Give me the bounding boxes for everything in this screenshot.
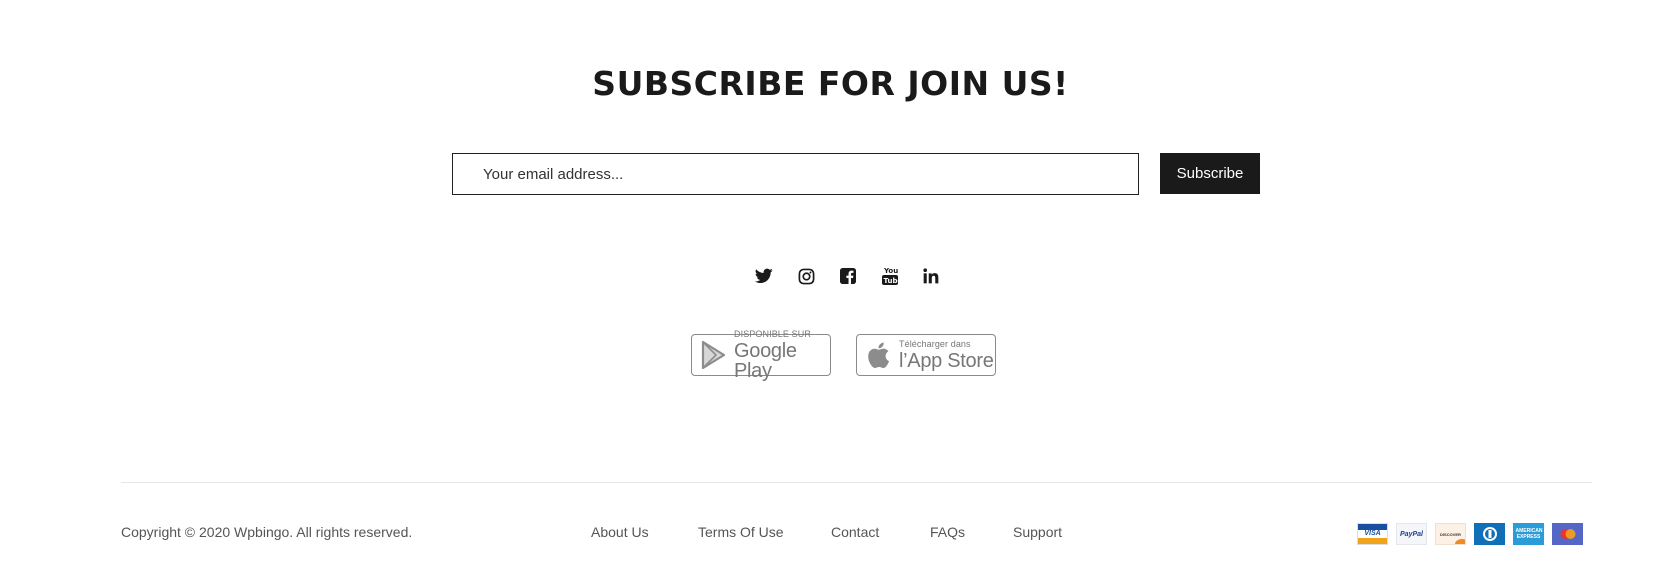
instagram-icon[interactable] — [794, 265, 818, 287]
visa-card-icon: VISA — [1357, 523, 1388, 545]
svg-text:You: You — [883, 267, 898, 275]
linkedin-icon[interactable] — [919, 265, 943, 287]
youtube-icon[interactable]: You Tube — [878, 265, 902, 287]
amex-card-label: AMERICAN EXPRESS — [1515, 528, 1543, 540]
paypal-card-label: PayPal — [1400, 530, 1423, 538]
google-play-icon — [701, 340, 726, 370]
paypal-card-icon: PayPal — [1396, 523, 1427, 545]
apple-badge-big-text: l’App Store — [899, 349, 994, 372]
footer-divider — [121, 482, 1592, 483]
google-badge-big-text: Google Play — [734, 339, 797, 382]
app-store-badge[interactable]: Télécharger dans l’App Store — [856, 334, 996, 376]
diners-club-card-icon — [1474, 523, 1505, 545]
footer-link-terms-of-use[interactable]: Terms Of Use — [698, 524, 784, 540]
discover-card-icon: DISCOVER — [1435, 523, 1466, 545]
footer-link-contact[interactable]: Contact — [831, 524, 879, 540]
footer-link-about-us[interactable]: About Us — [591, 524, 649, 540]
twitter-icon[interactable] — [752, 265, 776, 287]
footer-link-support[interactable]: Support — [1013, 524, 1062, 540]
amex-card-icon: AMERICAN EXPRESS — [1513, 523, 1544, 545]
copyright-text: Copyright © 2020 Wpbingo. All rights res… — [121, 524, 413, 540]
subscribe-title: SUBSCRIBE FOR JOIN US! — [592, 64, 1069, 103]
apple-badge-small-text: Télécharger dans — [899, 338, 971, 349]
subscribe-button[interactable]: Subscribe — [1160, 153, 1260, 194]
email-input[interactable] — [452, 153, 1139, 195]
discover-card-label: DISCOVER — [1440, 531, 1461, 537]
facebook-icon[interactable] — [836, 265, 860, 287]
svg-text:Tube: Tube — [884, 277, 899, 285]
apple-icon — [868, 342, 890, 369]
mastercard-card-icon — [1552, 523, 1583, 545]
google-play-badge[interactable]: DISPONIBLE SUR Google Play — [691, 329, 831, 381]
footer-link-faqs[interactable]: FAQs — [930, 524, 965, 540]
google-badge-small-text: DISPONIBLE SUR — [734, 328, 811, 339]
visa-card-label: VISA — [1364, 530, 1381, 537]
